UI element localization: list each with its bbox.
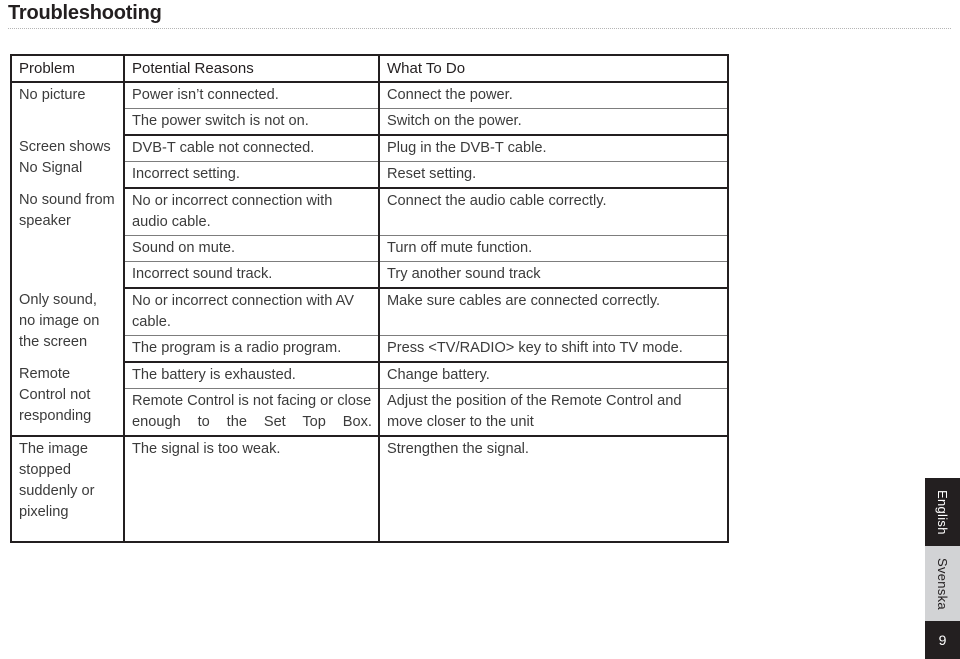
page-number: 9 [925,621,960,659]
cell-action: Turn off mute function. [379,235,727,262]
cell-action: Connect the audio cable correctly. [379,187,727,236]
table-header: Problem Potential Reasons What To Do [12,56,727,83]
cell-action: Reset setting. [379,161,727,188]
cell-action: Change battery. [379,361,727,389]
cell-reason: The battery is exhausted. [124,361,380,389]
cell-action: Switch on the power. [379,108,727,135]
language-tab-english[interactable]: English [925,478,960,546]
language-tabs: English Svenska [925,478,960,621]
table-row: No picture Power isn’t connected. Connec… [12,81,727,135]
cell-problem: Screen shows No Signal [12,135,125,188]
cell-action: Plug in the DVB-T cable. [379,134,727,162]
table-row: Remote Control not responding The batter… [12,361,727,436]
table-row: Only sound, no image on the screen No or… [12,287,727,362]
title-divider [8,28,952,29]
cell-action: Press <TV/RADIO> key to shift into TV mo… [379,335,727,362]
cell-reason: The program is a radio program. [124,335,380,362]
cell-reason: Incorrect sound track. [124,261,380,288]
page-title: Troubleshooting [8,2,162,24]
cell-problem: Only sound, no image on the screen [12,288,125,362]
cell-action: Adjust the position of the Remote Contro… [379,388,727,436]
cell-problem: No picture [12,82,125,135]
table-row: Screen shows No Signal DVB-T cable not c… [12,134,727,188]
language-tab-svenska[interactable]: Svenska [925,546,960,621]
cell-action: Strengthen the signal. [379,435,727,541]
page-number-label: 9 [938,632,947,648]
column-header-potential-reasons: Potential Reasons [124,56,380,83]
table-header-row: Problem Potential Reasons What To Do [12,56,727,83]
language-tab-label: Svenska [935,557,950,610]
cell-reason: DVB-T cable not connected. [124,134,380,162]
cell-reason: Incorrect setting. [124,161,380,188]
cell-reason: Remote Control is not facing or close en… [124,388,380,436]
troubleshooting-table: Problem Potential Reasons What To Do No … [12,56,727,541]
cell-action: Connect the power. [379,81,727,109]
column-header-what-to-do: What To Do [379,56,727,83]
cell-reason: Sound on mute. [124,235,380,262]
cell-problem: No sound from speaker [12,188,125,288]
cell-reason: No or incorrect connection with AV cable… [124,287,380,336]
cell-action: Make sure cables are connected correctly… [379,287,727,336]
table-body: No picture Power isn’t connected. Connec… [12,81,727,541]
cell-reason: The signal is too weak. [124,435,380,541]
language-tab-label: English [935,489,950,535]
cell-reason: No or incorrect connection with audio ca… [124,187,380,236]
column-header-problem: Problem [12,56,125,83]
troubleshooting-table-wrapper: Problem Potential Reasons What To Do No … [10,54,729,543]
cell-action: Try another sound track [379,261,727,288]
cell-problem: Remote Control not responding [12,362,125,436]
cell-reason: The power switch is not on. [124,108,380,135]
table-row: No sound from speaker No or incorrect co… [12,187,727,288]
cell-problem: The image stopped suddenly or pixeling [12,435,125,541]
table-row: The image stopped suddenly or pixeling T… [12,435,727,541]
cell-reason: Power isn’t connected. [124,81,380,109]
